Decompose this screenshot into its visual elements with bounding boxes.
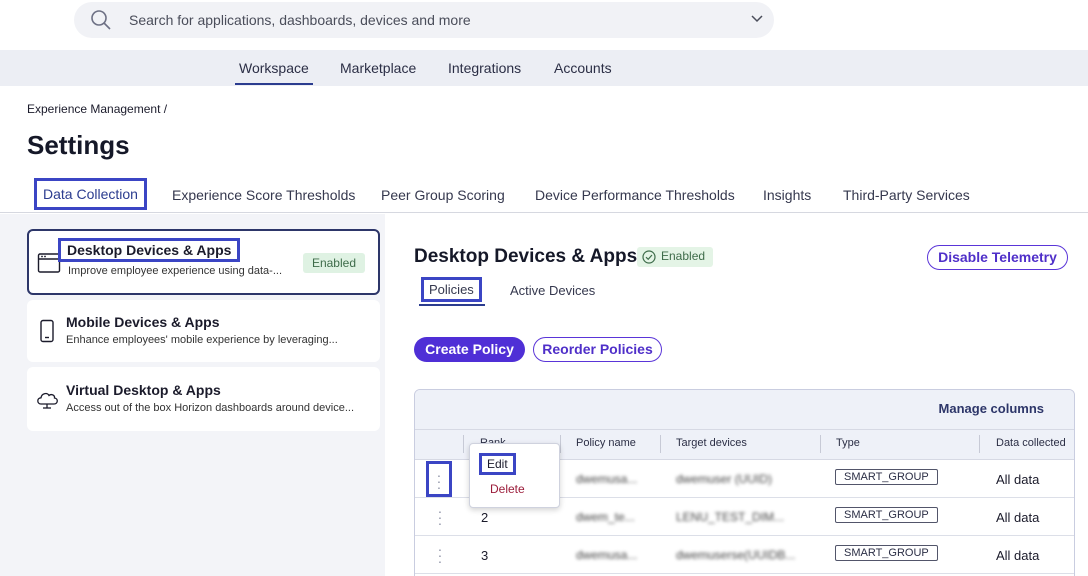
cell-policy-name[interactable]: dwemusa... (576, 472, 637, 486)
chevron-down-icon[interactable] (750, 12, 764, 26)
type-tag: SMART_GROUP (835, 469, 938, 485)
cloud-icon (37, 392, 58, 409)
card-virtual-desktop[interactable]: Virtual Desktop & Apps Access out of the… (27, 367, 380, 431)
column-divider (660, 435, 661, 453)
tab-peer-group-scoring[interactable]: Peer Group Scoring (381, 187, 505, 203)
check-circle-icon (642, 250, 656, 264)
row-actions-menu: Edit Delete (469, 443, 560, 508)
desktop-window-icon (37, 253, 61, 273)
manage-columns-button[interactable]: Manage columns (939, 401, 1044, 416)
cell-policy-name[interactable]: dwem_te... (576, 510, 635, 524)
tab-insights[interactable]: Insights (763, 187, 811, 203)
search-icon (91, 10, 111, 30)
card-desktop-devices[interactable]: Desktop Devices & Apps Improve employee … (27, 229, 380, 295)
header-data-collected[interactable]: Data collected (996, 437, 1066, 449)
tab-experience-score-thresholds[interactable]: Experience Score Thresholds (172, 187, 355, 203)
menu-delete[interactable]: Delete (490, 482, 525, 496)
nav-integrations[interactable]: Integrations (448, 60, 521, 76)
nav-marketplace[interactable]: Marketplace (340, 60, 416, 76)
cell-target-devices: LENU_TEST_DIM... (676, 510, 785, 524)
row-actions-kebab-icon[interactable]: · · · (437, 504, 443, 530)
reorder-policies-button[interactable]: Reorder Policies (533, 337, 662, 362)
mobile-phone-icon (40, 319, 54, 343)
page-title: Settings (27, 130, 130, 160)
menu-edit[interactable]: Edit (479, 453, 516, 475)
cell-target-devices: dwemuser (UUID) (676, 472, 773, 486)
header-type[interactable]: Type (836, 437, 860, 449)
breadcrumb[interactable]: Experience Management / (27, 102, 167, 116)
column-divider (820, 435, 821, 453)
subtab-underline (419, 304, 485, 306)
type-tag: SMART_GROUP (835, 545, 938, 561)
column-divider (463, 435, 464, 453)
header-policy-name[interactable]: Policy name (576, 437, 636, 449)
cell-rank: 2 (481, 510, 489, 525)
detail-title: Desktop Devices & Apps (414, 246, 638, 267)
subtab-active-devices[interactable]: Active Devices (510, 283, 595, 298)
tab-third-party-services[interactable]: Third-Party Services (843, 187, 970, 203)
top-bar: Search for applications, dashboards, dev… (0, 0, 1088, 50)
cell-policy-name[interactable]: dwemusa... (576, 548, 637, 562)
main-nav: Workspace Marketplace Integrations Accou… (0, 50, 1088, 86)
status-badge: Enabled (637, 247, 714, 267)
status-badge: Enabled (302, 253, 365, 273)
cell-data-collected: All data (996, 472, 1040, 487)
card-title: Virtual Desktop & Apps (66, 382, 221, 398)
card-mobile-devices[interactable]: Mobile Devices & Apps Enhance employees'… (27, 300, 380, 362)
column-divider (979, 435, 980, 453)
card-description: Enhance employees' mobile experience by … (66, 334, 338, 346)
nav-workspace[interactable]: Workspace (235, 60, 313, 85)
global-search[interactable]: Search for applications, dashboards, dev… (74, 2, 774, 38)
search-input[interactable]: Search for applications, dashboards, dev… (129, 12, 471, 28)
nav-accounts[interactable]: Accounts (554, 60, 612, 76)
create-policy-button[interactable]: Create Policy (414, 337, 525, 362)
settings-tabs: Data Collection Experience Score Thresho… (0, 178, 1088, 213)
card-description: Access out of the box Horizon dashboards… (66, 402, 355, 414)
tab-device-performance-thresholds[interactable]: Device Performance Thresholds (535, 187, 735, 203)
subtab-policies[interactable]: Policies (421, 277, 482, 302)
cell-target-devices: dwemuserse(UUIDB... (676, 548, 796, 562)
row-actions-kebab-icon[interactable]: · · · (437, 542, 443, 568)
type-tag: SMART_GROUP (835, 507, 938, 523)
row-actions-kebab-icon[interactable]: · · · (426, 461, 452, 497)
cell-data-collected: All data (996, 548, 1040, 563)
table-toolbar: Manage columns (415, 390, 1074, 430)
tab-data-collection[interactable]: Data Collection (34, 178, 147, 210)
header-target-devices[interactable]: Target devices (676, 437, 747, 449)
status-label: Enabled (661, 249, 706, 263)
card-title: Desktop Devices & Apps (57, 238, 241, 262)
table-row[interactable]: · · · 3 dwemusa... dwemuserse(UUIDB... SMA… (415, 536, 1074, 574)
column-divider (560, 435, 561, 453)
card-title: Mobile Devices & Apps (66, 314, 220, 330)
cell-rank: 3 (481, 548, 489, 563)
card-description: Improve employee experience using data-.… (68, 265, 283, 277)
disable-telemetry-button[interactable]: Disable Telemetry (927, 245, 1068, 270)
cell-data-collected: All data (996, 510, 1040, 525)
